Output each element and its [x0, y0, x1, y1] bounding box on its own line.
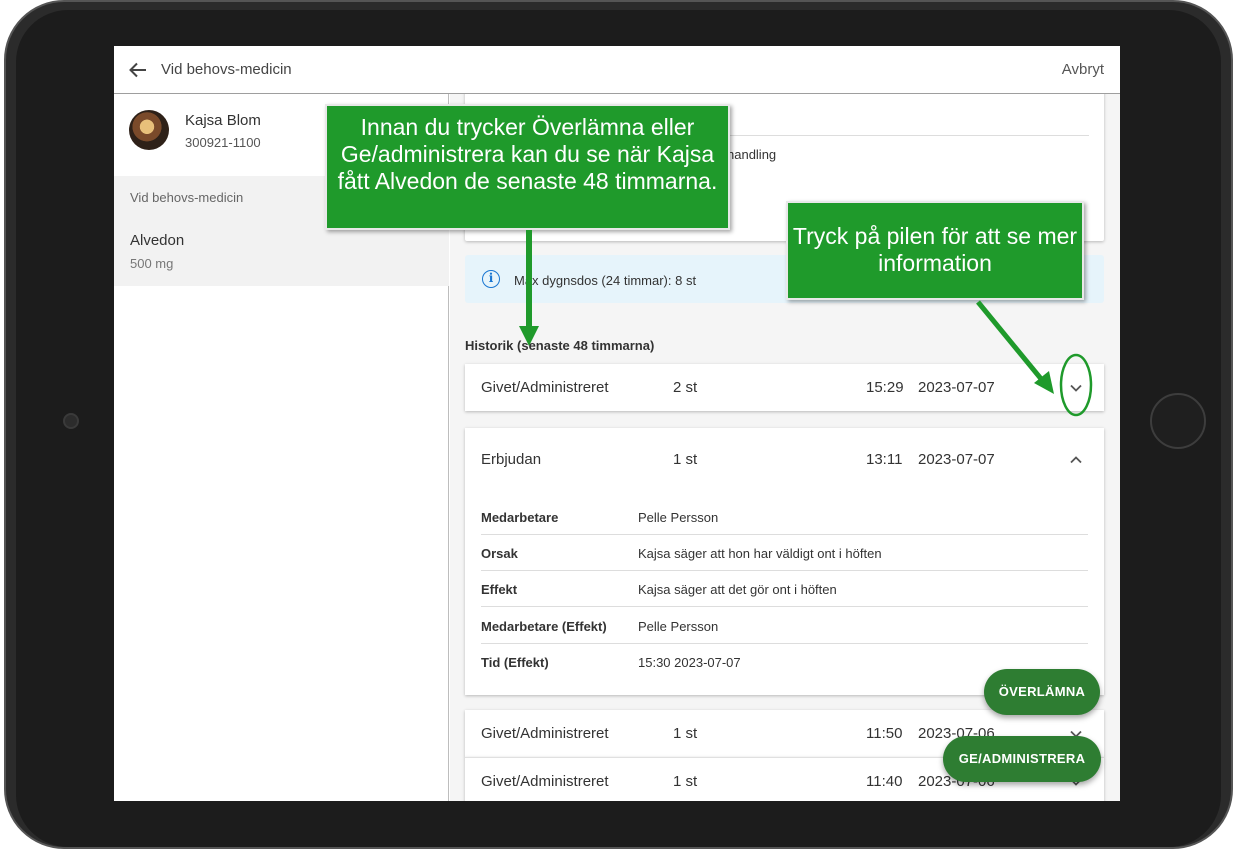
row-label: Givet/Administreret	[481, 773, 609, 790]
row-date: 2023-07-07	[918, 379, 995, 396]
info-icon: i	[482, 270, 500, 288]
medicine-name: Alvedon	[130, 232, 185, 249]
row-label: Givet/Administreret	[481, 379, 609, 396]
history-row[interactable]: Givet/Administreret 2 st 15:29 2023-07-0…	[465, 364, 1104, 411]
avatar	[129, 110, 169, 150]
detail-row: Medarbetare Pelle Persson	[481, 499, 1088, 535]
arrow-back-icon[interactable]	[128, 60, 148, 80]
chevron-down-icon[interactable]	[1069, 381, 1083, 395]
callout-history-hint: Innan du trycker Överlämna eller Ge/admi…	[325, 104, 730, 230]
detail-row: Medarbetare (Effekt) Pelle Persson	[481, 608, 1088, 644]
medicine-dose: 500 mg	[130, 256, 174, 271]
card-text: handling	[727, 147, 777, 162]
app-bar: Vid behovs-medicin Avbryt	[114, 46, 1120, 94]
detail-value: Kajsa säger att hon har väldigt ont i hö…	[638, 546, 882, 561]
row-quantity: 1 st	[673, 725, 698, 742]
cancel-button[interactable]: Avbryt	[1062, 61, 1104, 78]
detail-value: Pelle Persson	[638, 619, 719, 634]
detail-value: Kajsa säger att det gör ont i höften	[638, 582, 837, 597]
row-time: 13:11	[866, 451, 903, 468]
detail-key: Effekt	[481, 582, 518, 597]
detail-row: Effekt Kajsa säger att det gör ont i höf…	[481, 571, 1088, 607]
detail-value: 15:30 2023-07-07	[638, 655, 741, 670]
max-dose-text: Max dygnsdos (24 timmar): 8 st	[514, 273, 697, 288]
chevron-up-icon[interactable]	[1069, 453, 1083, 467]
detail-key: Medarbetare (Effekt)	[481, 619, 607, 634]
row-label: Givet/Administreret	[481, 725, 609, 742]
history-title: Historik (senaste 48 timmarna)	[465, 338, 655, 353]
row-date: 2023-07-07	[918, 451, 995, 468]
detail-key: Orsak	[481, 546, 518, 561]
detail-row: Orsak Kajsa säger att hon har väldigt on…	[481, 535, 1088, 571]
handover-button[interactable]: ÖVERLÄMNA	[984, 669, 1100, 715]
row-time: 11:40	[866, 773, 903, 790]
row-label: Erbjudan	[481, 451, 542, 468]
administer-button[interactable]: GE/ADMINISTRERA	[943, 736, 1101, 782]
patient-id: 300921-1100	[185, 135, 261, 150]
callout-arrow-hint: Tryck på pilen för att se mer informatio…	[786, 201, 1084, 300]
detail-key: Medarbetare	[481, 510, 559, 525]
patient-name: Kajsa Blom	[185, 112, 261, 129]
camera-icon	[63, 413, 79, 429]
row-quantity: 1 st	[673, 451, 698, 468]
detail-key: Tid (Effekt)	[481, 655, 549, 670]
detail-value: Pelle Persson	[638, 510, 719, 525]
home-button[interactable]	[1150, 393, 1206, 449]
row-time: 15:29	[866, 379, 904, 396]
row-quantity: 1 st	[673, 773, 698, 790]
row-time: 11:50	[866, 725, 903, 742]
history-row-expanded[interactable]: Erbjudan 1 st 13:11 2023-07-07 Medarbeta…	[465, 428, 1104, 695]
row-quantity: 2 st	[673, 379, 698, 396]
page-title: Vid behovs-medicin	[161, 61, 292, 78]
